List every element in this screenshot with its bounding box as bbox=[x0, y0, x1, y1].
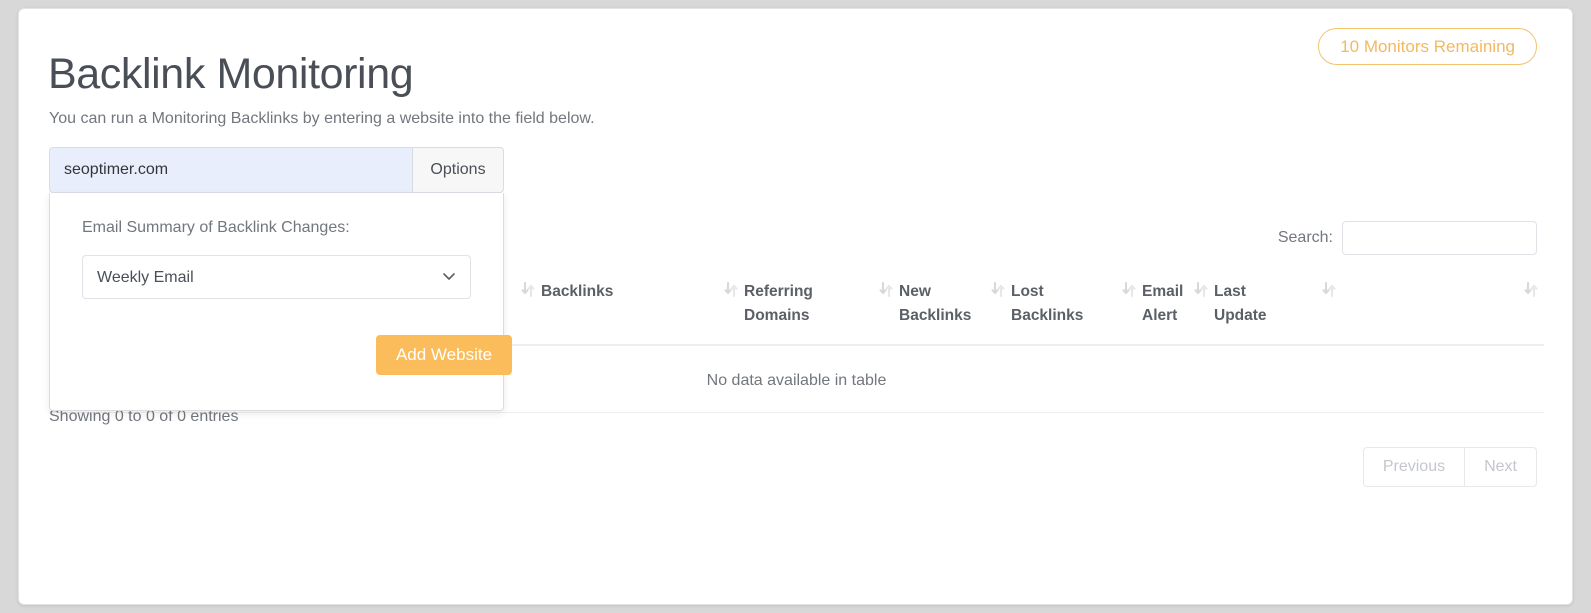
sort-icon[interactable] bbox=[521, 282, 535, 297]
column-header-backlinks[interactable]: Backlinks bbox=[541, 273, 744, 347]
column-header-referring-domains[interactable]: Referring Domains bbox=[744, 273, 899, 347]
options-dropdown-panel: Email Summary of Backlink Changes: Weekl… bbox=[49, 193, 512, 411]
column-header-label: Referring Domains bbox=[744, 283, 813, 325]
page-title: Backlink Monitoring bbox=[48, 49, 414, 98]
column-header-label: New Backlinks bbox=[899, 283, 972, 325]
column-header-new-backlinks[interactable]: New Backlinks bbox=[899, 273, 1011, 347]
email-summary-label: Email Summary of Backlink Changes: bbox=[82, 219, 350, 236]
search-label: Search: bbox=[1277, 229, 1333, 246]
page-card: Backlink Monitoring 10 Monitors Remainin… bbox=[18, 8, 1573, 605]
sort-icon[interactable] bbox=[1122, 282, 1136, 297]
column-header-email-alert[interactable]: Email Alert bbox=[1142, 273, 1214, 347]
page-subtitle: You can run a Monitoring Backlinks by en… bbox=[49, 110, 595, 127]
pagination-previous-button[interactable]: Previous bbox=[1362, 447, 1465, 487]
table-search: Search: bbox=[1278, 221, 1537, 255]
website-domain-input[interactable] bbox=[49, 147, 412, 193]
sort-icon[interactable] bbox=[1524, 282, 1538, 297]
sort-icon[interactable] bbox=[724, 282, 738, 297]
table-pagination: Previous Next bbox=[1362, 447, 1537, 487]
add-website-button[interactable]: Add Website bbox=[376, 335, 512, 375]
column-header-label: Email Alert bbox=[1142, 283, 1184, 325]
pagination-next-button[interactable]: Next bbox=[1464, 447, 1537, 487]
column-header-last-update[interactable]: Last Update bbox=[1214, 273, 1342, 347]
search-input[interactable] bbox=[1342, 221, 1537, 255]
website-input-group: Options bbox=[49, 147, 504, 193]
sort-icon[interactable] bbox=[879, 282, 893, 297]
email-frequency-select[interactable]: Weekly Email bbox=[82, 255, 471, 299]
monitors-remaining-badge: 10 Monitors Remaining bbox=[1318, 28, 1537, 65]
sort-icon[interactable] bbox=[1194, 282, 1208, 297]
sort-icon[interactable] bbox=[991, 282, 1005, 297]
column-header-actions[interactable] bbox=[1342, 273, 1544, 347]
column-header-lost-backlinks[interactable]: Lost Backlinks bbox=[1011, 273, 1142, 347]
column-header-label: Lost Backlinks bbox=[1011, 283, 1084, 325]
column-header-label: Backlinks bbox=[541, 283, 614, 300]
options-button[interactable]: Options bbox=[412, 147, 504, 193]
sort-icon[interactable] bbox=[1322, 282, 1336, 297]
column-header-label: Last Update bbox=[1214, 283, 1267, 325]
